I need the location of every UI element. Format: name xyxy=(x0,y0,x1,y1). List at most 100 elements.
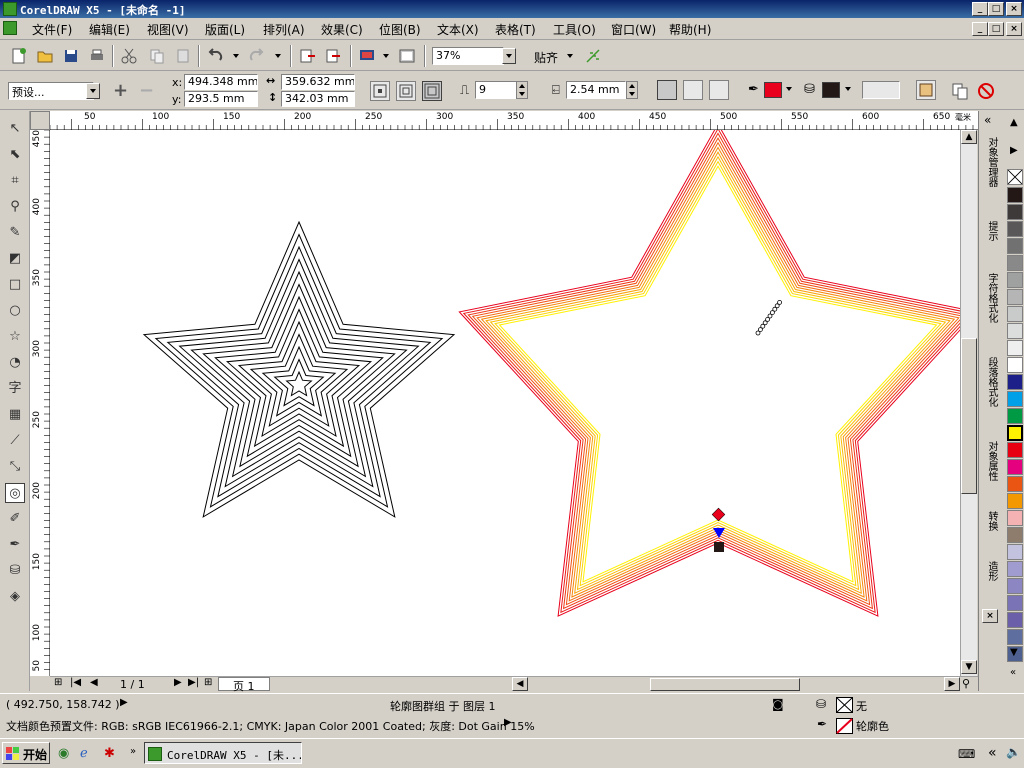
linear-contour-colors-icon[interactable] xyxy=(657,80,677,100)
vertical-scrollbar[interactable]: ▲ ▼ xyxy=(960,130,977,676)
undo-icon[interactable] xyxy=(206,47,224,65)
menu-text[interactable]: 文本(X) xyxy=(437,21,479,38)
doc-minimize-button[interactable]: _ xyxy=(972,22,988,36)
contour-start-color-handle[interactable] xyxy=(711,507,726,522)
app-quicklaunch-icon[interactable]: ✱ xyxy=(104,746,115,761)
print-icon[interactable] xyxy=(88,47,106,65)
palette-swatch[interactable] xyxy=(1007,595,1023,611)
polygon-tool-icon[interactable]: ☆ xyxy=(5,327,25,347)
contour-to-center-icon[interactable] xyxy=(370,81,390,101)
fill-color-dropdown[interactable] xyxy=(842,82,856,98)
crop-tool-icon[interactable]: ⌗ xyxy=(5,171,25,191)
snap-to-dropdown[interactable] xyxy=(564,49,578,65)
y-position-field[interactable]: 293.5 mm xyxy=(184,91,258,107)
outline-color-dropdown[interactable] xyxy=(783,82,797,98)
object-height-field[interactable]: 342.03 mm xyxy=(281,91,355,107)
doc-restore-button[interactable]: □ xyxy=(988,22,1004,36)
add-page-before-icon[interactable]: ⊞ xyxy=(54,677,62,688)
last-page-icon[interactable]: ▶| xyxy=(188,677,199,688)
docker-tab-transform[interactable]: 转换 xyxy=(981,511,999,531)
menu-table[interactable]: 表格(T) xyxy=(495,21,536,38)
palette-swatch[interactable] xyxy=(1007,255,1023,271)
scroll-left-button[interactable]: ◀ xyxy=(512,677,528,691)
import-icon[interactable] xyxy=(298,47,316,65)
add-page-after-icon[interactable]: ⊞ xyxy=(204,677,212,688)
palette-swatch[interactable] xyxy=(1007,221,1023,237)
application-launcher-icon[interactable] xyxy=(358,47,376,65)
copy-icon[interactable] xyxy=(148,47,166,65)
contour-outside-icon[interactable] xyxy=(422,81,442,101)
palette-swatch[interactable] xyxy=(1007,459,1023,475)
menu-edit[interactable]: 编辑(E) xyxy=(89,21,130,38)
outline-color-swatch[interactable] xyxy=(764,82,782,98)
snap-to-label[interactable]: 贴齐 xyxy=(534,49,558,66)
status-expand-icon[interactable]: ▶ xyxy=(120,697,128,708)
palette-swatch[interactable] xyxy=(1007,391,1023,407)
maximize-button[interactable]: □ xyxy=(988,2,1004,16)
previous-page-icon[interactable]: ◀ xyxy=(90,677,98,688)
volume-tray-icon[interactable]: 🔈 xyxy=(1006,745,1021,759)
docker-tab-shaping[interactable]: 造形 xyxy=(981,561,999,581)
palette-menu-icon[interactable]: ▶ xyxy=(1010,145,1018,156)
palette-swatch[interactable] xyxy=(1007,544,1023,560)
zoom-dropdown[interactable] xyxy=(502,48,516,64)
add-preset-icon[interactable]: + xyxy=(113,80,128,101)
preset-dropdown[interactable] xyxy=(86,83,100,99)
palette-scroll-up-icon[interactable]: ▲ xyxy=(1010,117,1018,128)
contour-end-color-handle[interactable] xyxy=(714,542,724,552)
launcher-dropdown[interactable] xyxy=(380,49,394,65)
palette-scroll-down-icon[interactable]: ▼ xyxy=(1010,647,1018,658)
keyboard-tray-icon[interactable]: ⌨ xyxy=(958,747,975,761)
pick-tool-icon[interactable]: ↖ xyxy=(5,119,25,139)
ruler-origin[interactable] xyxy=(30,111,50,130)
contour-steps-field[interactable]: 9 xyxy=(475,81,517,99)
outline-color-indicator[interactable] xyxy=(836,718,853,734)
counterclockwise-contour-colors-icon[interactable] xyxy=(709,80,729,100)
ie-quicklaunch-icon[interactable]: ℯ xyxy=(80,746,88,761)
table-tool-icon[interactable]: ▦ xyxy=(5,405,25,425)
final-fill-color-field[interactable] xyxy=(862,81,900,99)
palette-swatch[interactable] xyxy=(1007,510,1023,526)
vertical-scroll-thumb[interactable] xyxy=(961,338,977,494)
scroll-down-button[interactable]: ▼ xyxy=(961,660,977,674)
text-tool-icon[interactable]: 字 xyxy=(5,379,25,399)
tray-expand-icon[interactable]: « xyxy=(988,745,997,761)
palette-swatch[interactable] xyxy=(1007,493,1023,509)
redo-icon[interactable] xyxy=(248,47,266,65)
horizontal-ruler[interactable]: 50 100 150 200 250 300 350 400 450 500 5… xyxy=(50,111,978,130)
eyedropper-tool-icon[interactable]: ✐ xyxy=(5,509,25,529)
palette-swatch[interactable] xyxy=(1007,238,1023,254)
options-icon[interactable] xyxy=(584,47,602,65)
palette-swatch[interactable] xyxy=(1007,425,1023,441)
contour-step-handle[interactable] xyxy=(777,299,782,305)
no-color-swatch[interactable] xyxy=(1007,169,1023,185)
ellipse-tool-icon[interactable]: ○ xyxy=(5,301,25,321)
fill-color-swatch[interactable] xyxy=(822,82,840,98)
next-page-icon[interactable]: ▶ xyxy=(174,677,182,688)
copy-contour-properties-icon[interactable] xyxy=(951,82,969,100)
remove-preset-icon[interactable]: − xyxy=(139,80,154,101)
cut-icon[interactable] xyxy=(120,47,138,65)
palette-swatch[interactable] xyxy=(1007,408,1023,424)
red-yellow-contour-star[interactable] xyxy=(458,130,960,617)
undo-dropdown[interactable] xyxy=(230,49,244,65)
docker-close-button[interactable]: × xyxy=(982,609,998,623)
palette-swatch[interactable] xyxy=(1007,612,1023,628)
zoom-navigator-icon[interactable]: ⚲ xyxy=(962,677,970,690)
zoom-level-field[interactable]: 37% xyxy=(432,47,504,65)
palette-swatch[interactable] xyxy=(1007,340,1023,356)
palette-expand-icon[interactable]: « xyxy=(1010,667,1016,678)
docker-tab-hints[interactable]: 提示 xyxy=(981,221,999,241)
contour-steps-spinner[interactable] xyxy=(516,81,528,99)
horizontal-scroll-thumb[interactable] xyxy=(650,678,800,691)
palette-swatch[interactable] xyxy=(1007,323,1023,339)
palette-swatch[interactable] xyxy=(1007,578,1023,594)
menu-view[interactable]: 视图(V) xyxy=(147,21,189,38)
palette-swatch[interactable] xyxy=(1007,442,1023,458)
docker-tab-character-formatting[interactable]: 字符格式化 xyxy=(981,273,999,323)
taskbar-coreldraw-button[interactable]: CorelDRAW X5 - [未... xyxy=(144,742,302,764)
open-folder-icon[interactable] xyxy=(36,47,54,65)
fill-tool-icon[interactable]: ⛁ xyxy=(5,561,25,581)
clockwise-contour-colors-icon[interactable] xyxy=(683,80,703,100)
palette-swatch[interactable] xyxy=(1007,629,1023,645)
